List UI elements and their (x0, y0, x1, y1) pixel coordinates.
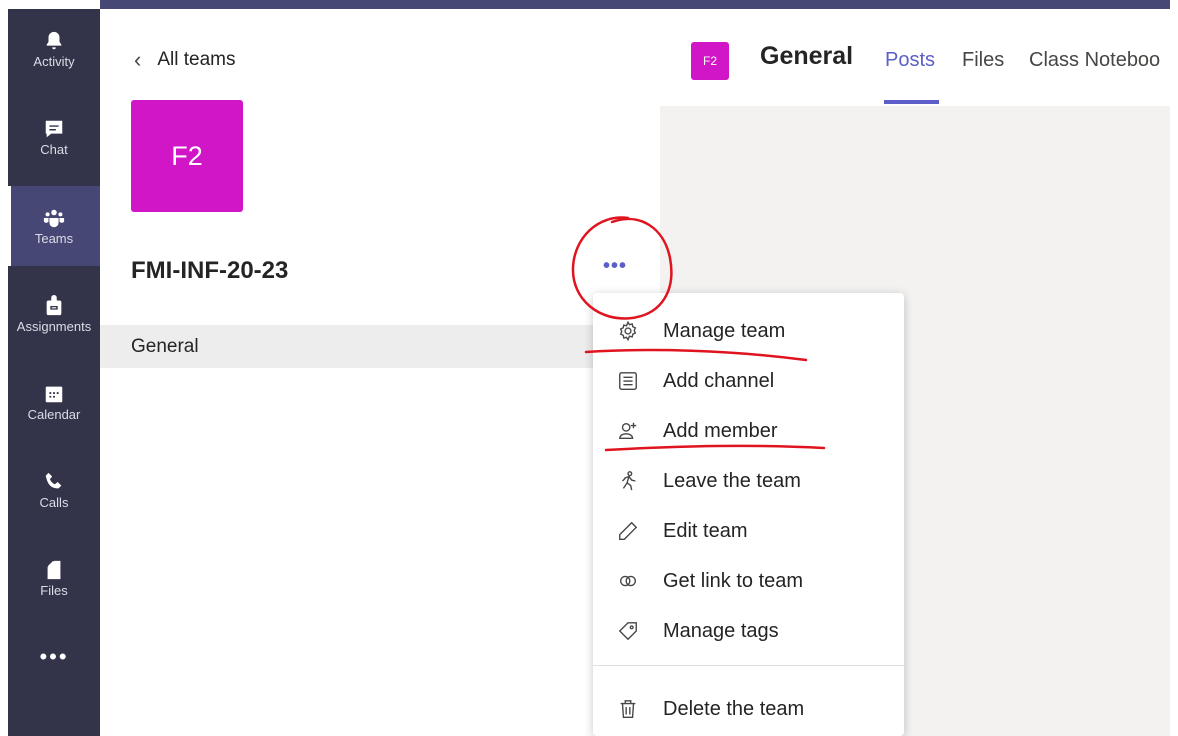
rail-item-calendar[interactable]: Calendar (8, 362, 100, 442)
rail-item-chat[interactable]: Chat (8, 97, 100, 177)
all-teams-label: All teams (157, 49, 236, 70)
channel-label: General (131, 335, 199, 357)
tag-icon (618, 622, 637, 641)
rail-label: Teams (34, 230, 74, 246)
menu-item-get-link[interactable]: Get link to team (593, 556, 904, 606)
more-apps-button[interactable]: ••• (8, 644, 100, 670)
channel-item-general[interactable]: General (100, 325, 660, 368)
chevron-left-icon: ‹ (134, 47, 142, 72)
right-edge (1170, 0, 1178, 736)
trash-icon (620, 700, 636, 718)
rail-label: Chat (40, 141, 68, 157)
team-panel: ‹ All teams F2 FMI-INF-20-23 ••• General (100, 9, 660, 736)
channel-list-icon (619, 372, 637, 390)
link-icon (619, 575, 637, 587)
tab-files[interactable]: Files (962, 49, 1004, 72)
menu-item-manage-tags[interactable]: Manage tags (593, 606, 904, 656)
rail-label: Activity (33, 53, 75, 69)
rail-item-calls[interactable]: Calls (8, 450, 100, 530)
calendar-icon (45, 386, 63, 402)
tab-class-notebook[interactable]: Class Noteboo (1029, 49, 1160, 72)
rail-label: Calendar (27, 406, 81, 422)
rail-item-files[interactable]: Files (8, 538, 100, 618)
menu-item-delete-team[interactable]: Delete the team (593, 684, 904, 734)
app-rail: Activity Chat Teams Assignments Calendar… (8, 9, 100, 736)
menu-item-label: Add member (663, 419, 778, 442)
menu-item-add-member[interactable]: Add member (593, 406, 904, 456)
menu-item-label: Delete the team (663, 697, 805, 720)
leave-icon (622, 471, 636, 491)
rail-label: Calls (39, 494, 69, 510)
menu-item-edit-team[interactable]: Edit team (593, 506, 904, 556)
assignments-icon (46, 294, 62, 315)
rail-label: Files (40, 582, 68, 598)
pencil-icon (619, 521, 638, 540)
teams-icon (43, 209, 65, 227)
add-person-icon (619, 422, 637, 440)
rail-item-activity[interactable]: Activity (8, 9, 100, 89)
menu-item-add-channel[interactable]: Add channel (593, 356, 904, 406)
phone-icon (45, 472, 62, 488)
chat-icon (45, 120, 63, 137)
channel-avatar: F2 (691, 42, 729, 80)
active-tab-indicator (884, 100, 939, 104)
more-options-button[interactable]: ••• (603, 255, 627, 278)
file-icon (47, 560, 61, 579)
team-options-menu: Manage team Add channel Add member Leave… (593, 293, 904, 736)
team-name: FMI-INF-20-23 (131, 257, 289, 284)
channel-title: General (760, 42, 854, 70)
title-bar (100, 0, 1170, 9)
menu-item-label: Edit team (663, 519, 748, 542)
menu-item-leave-team[interactable]: Leave the team (593, 456, 904, 506)
menu-divider (593, 665, 904, 666)
menu-item-label: Manage team (663, 319, 786, 342)
rail-item-assignments[interactable]: Assignments (8, 274, 100, 354)
menu-item-label: Manage tags (663, 619, 779, 642)
bell-icon (46, 31, 62, 49)
team-avatar: F2 (131, 100, 243, 212)
menu-item-label: Get link to team (663, 569, 804, 592)
channel-header: F2 General Posts Files Class Noteboo (660, 9, 1170, 106)
rail-label: Assignments (16, 318, 92, 334)
gear-icon (619, 320, 637, 342)
top-strip (0, 0, 1178, 9)
menu-item-label: Add channel (663, 369, 775, 392)
all-teams-link[interactable]: ‹ All teams (134, 47, 235, 73)
menu-item-manage-team[interactable]: Manage team (593, 306, 904, 356)
menu-item-label: Leave the team (663, 469, 801, 492)
rail-item-teams[interactable]: Teams (8, 186, 100, 266)
tab-posts[interactable]: Posts (885, 49, 935, 72)
